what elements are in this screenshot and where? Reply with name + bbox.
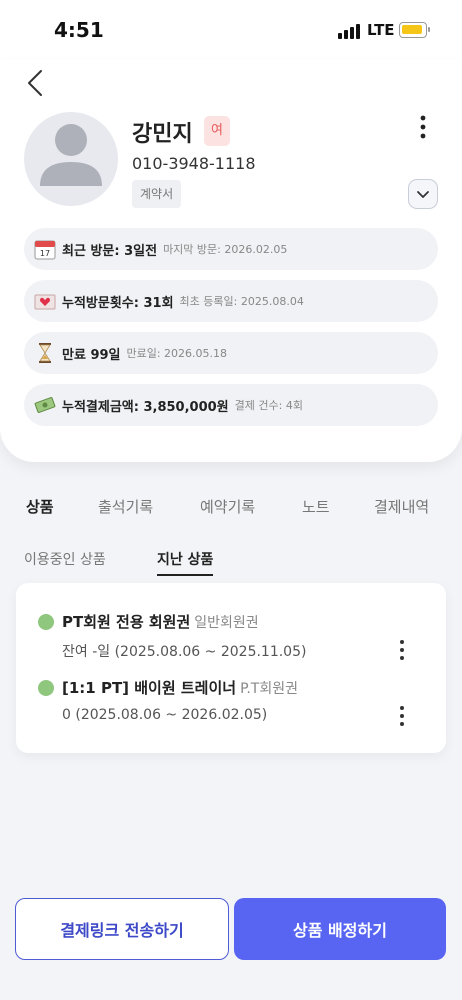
gender-badge: 여 bbox=[204, 116, 230, 146]
info-main: 누적방문횟수: 31회 bbox=[62, 295, 174, 311]
info-row-total-payment: 누적결제금액: 3,850,000원 결제 건수: 4회 bbox=[24, 384, 438, 426]
info-sub: 만료일: 2026.05.18 bbox=[126, 347, 228, 360]
info-sub: 최초 등록일: 2025.08.04 bbox=[179, 295, 304, 308]
expand-button[interactable] bbox=[408, 179, 438, 209]
tab-notes[interactable]: 노트 bbox=[302, 496, 330, 517]
avatar bbox=[24, 112, 118, 206]
product-more-icon[interactable] bbox=[394, 705, 410, 727]
user-silhouette-icon bbox=[40, 124, 102, 186]
tab-attendance[interactable]: 출석기록 bbox=[98, 496, 153, 517]
product-detail: 0 (2025.08.06 ~ 2026.02.05) bbox=[62, 707, 268, 723]
send-payment-link-button[interactable]: 결제링크 전송하기 bbox=[15, 898, 229, 960]
product-name: PT회원 전용 회원권 bbox=[62, 613, 191, 631]
contract-button[interactable]: 계약서 bbox=[132, 180, 182, 208]
network-label: LTE bbox=[367, 21, 395, 39]
info-sub: 마지막 방문: 2026.02.05 bbox=[163, 243, 288, 256]
info-row-expiry: 만료 99일 만료일: 2026.05.18 bbox=[24, 332, 438, 374]
assign-product-button[interactable]: 상품 배정하기 bbox=[234, 898, 446, 960]
tab-payments[interactable]: 결제내역 bbox=[374, 496, 429, 517]
hourglass-icon bbox=[39, 343, 51, 363]
profile-card: 강민지 여 010-3948-1118 계약서 17 최근 방문: 3일전 마지… bbox=[0, 60, 462, 462]
product-type: 일반회원권 bbox=[194, 615, 259, 631]
status-time: 4:51 bbox=[54, 18, 104, 42]
product-type: P.T회원권 bbox=[240, 681, 298, 697]
info-sub: 결제 건수: 4회 bbox=[234, 399, 303, 412]
calendar-icon: 17 bbox=[34, 240, 56, 260]
product-name: [1:1 PT] 배이원 트레이너 bbox=[62, 679, 237, 697]
product-list-card: PT회원 전용 회원권 일반회원권 잔여 -일 (2025.08.06 ~ 202… bbox=[16, 583, 446, 753]
product-more-icon[interactable] bbox=[394, 639, 410, 661]
tab-products[interactable]: 상품 bbox=[26, 496, 54, 517]
member-name: 강민지 bbox=[132, 122, 193, 147]
info-row-total-visits: 누적방문횟수: 31회 최초 등록일: 2025.08.04 bbox=[24, 280, 438, 322]
heart-envelope-icon bbox=[34, 294, 56, 310]
chevron-down-icon bbox=[417, 191, 429, 198]
info-main: 누적결제금액: 3,850,000원 bbox=[62, 399, 229, 415]
info-row-recent-visit: 17 최근 방문: 3일전 마지막 방문: 2026.02.05 bbox=[24, 228, 438, 270]
tab-reservations[interactable]: 예약기록 bbox=[200, 496, 255, 517]
info-main: 만료 99일 bbox=[62, 347, 121, 363]
subtab-past-products[interactable]: 지난 상품 bbox=[157, 549, 214, 576]
subtab-active-products[interactable]: 이용중인 상품 bbox=[24, 549, 106, 569]
status-bar: 4:51 LTE bbox=[0, 0, 462, 60]
info-main: 최근 방문: 3일전 bbox=[62, 243, 158, 259]
status-dot bbox=[38, 680, 54, 696]
product-title[interactable]: [1:1 PT] 배이원 트레이너 P.T회원권 bbox=[62, 677, 298, 698]
signal-icon bbox=[338, 23, 362, 39]
status-dot bbox=[38, 614, 54, 630]
product-title[interactable]: PT회원 전용 회원권 일반회원권 bbox=[62, 611, 259, 632]
more-options-icon[interactable] bbox=[414, 114, 432, 140]
money-icon bbox=[34, 397, 56, 413]
back-arrow-icon[interactable] bbox=[24, 68, 48, 98]
phone-number: 010-3948-1118 bbox=[132, 154, 256, 173]
battery-icon bbox=[399, 22, 430, 38]
product-detail: 잔여 -일 (2025.08.06 ~ 2025.11.05) bbox=[62, 644, 307, 660]
svg-text:17: 17 bbox=[40, 249, 50, 258]
